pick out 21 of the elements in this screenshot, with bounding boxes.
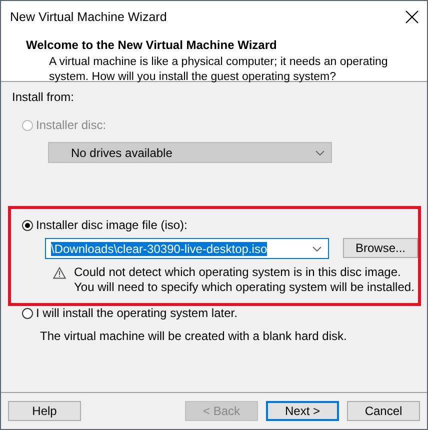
option-label: Installer disc: (36, 118, 106, 132)
header-title: Welcome to the New Virtual Machine Wizard (26, 38, 278, 52)
header-description: A virtual machine is like a physical computer; it needs an operating system. How will you install the guest operating system? (49, 55, 389, 85)
wizard-button[interactable]: Cancel (347, 401, 420, 421)
browse-button[interactable]: Browse... (343, 238, 418, 258)
warning-text: Could not detect which operating system is in this disc image. (74, 265, 402, 280)
option-label: Installer disc image file (iso): (36, 218, 188, 232)
radio-button[interactable] (22, 220, 33, 230)
close-icon[interactable] (405, 10, 419, 24)
wizard-button[interactable]: Next > (266, 401, 339, 421)
warning-icon (53, 267, 66, 279)
option-description: The virtual machine will be created with a blank hard disk. (40, 329, 348, 343)
section-label: Install from: (12, 90, 76, 104)
window-title: New Virtual Machine Wizard (10, 10, 167, 24)
caret-icon (315, 150, 325, 156)
radio-button[interactable] (22, 308, 33, 318)
option-label: I will install the operating system later. (36, 306, 238, 320)
caret-icon (312, 246, 322, 252)
wizard-button[interactable]: Help (8, 401, 81, 421)
iso-path-field[interactable]: \Downloads\clear-30390-live-desktop.iso (45, 238, 329, 259)
warning-text: You will need to specify which operating system will be installed. (74, 280, 414, 295)
